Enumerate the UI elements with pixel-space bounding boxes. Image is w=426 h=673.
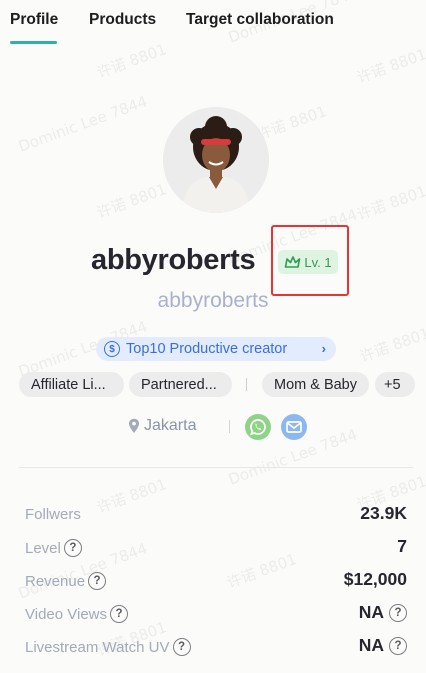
location-label: Jakarta [144, 417, 197, 434]
whatsapp-icon[interactable] [245, 414, 271, 440]
avatar-image [163, 107, 269, 213]
active-tab-indicator [10, 41, 57, 44]
stat-label: Livestream Watch UV? [25, 638, 191, 656]
tab-target-collaboration[interactable]: Target collaboration [186, 11, 334, 29]
stat-value-text: NA [358, 635, 384, 655]
watermark: 许诺 8801 [354, 45, 426, 87]
tag-chip[interactable]: Partnered... [129, 372, 232, 397]
level-crown-icon [285, 255, 301, 268]
tag-chip[interactable]: Affiliate Li... [19, 372, 124, 397]
avatar [163, 107, 269, 213]
watermark: 许诺 8801 [254, 102, 330, 144]
stat-label-text: Follwers [25, 506, 81, 523]
help-icon[interactable]: ? [110, 605, 129, 623]
tab-profile[interactable]: Profile [10, 11, 58, 29]
stat-row-video-views: Video Views? NA? [0, 601, 426, 627]
stat-value: NA? [359, 602, 407, 623]
section-divider [19, 467, 413, 468]
tab-bar: Profile Products Target collaboration [0, 0, 426, 46]
stat-row-livestream-watch-uv: Livestream Watch UV? NA? [0, 634, 426, 660]
whatsapp-glyph [250, 419, 266, 436]
help-icon[interactable]: ? [389, 603, 407, 622]
productive-creator-label: Top10 Productive creator [126, 341, 288, 357]
help-icon[interactable]: ? [88, 572, 107, 590]
stat-value: 23.9K [360, 503, 407, 524]
user-handle: abbyroberts [157, 289, 269, 312]
help-icon[interactable]: ? [389, 636, 407, 655]
stat-value-text: $12,000 [343, 569, 407, 589]
stat-label-text: Livestream Watch UV [25, 638, 170, 656]
help-icon[interactable]: ? [63, 539, 82, 557]
stat-value: NA? [359, 635, 407, 656]
watermark: 许诺 8801 [354, 182, 426, 224]
envelope-glyph [286, 421, 302, 433]
help-icon[interactable]: ? [172, 638, 191, 656]
location-pin-icon [129, 418, 139, 433]
username: abbyroberts [91, 244, 256, 276]
stat-label: Revenue? [25, 572, 107, 590]
location-separator [229, 420, 230, 433]
stat-label-text: Revenue [25, 572, 86, 590]
stat-label-text: Level [25, 539, 61, 557]
stat-value: 7 [397, 536, 407, 557]
watermark: Dominic Lee 7844 [16, 92, 150, 156]
stat-value-text: 7 [397, 536, 407, 556]
mail-icon[interactable] [281, 414, 307, 440]
stat-row-revenue: Revenue? $12,000 [0, 568, 426, 594]
stat-label: Level? [25, 539, 82, 557]
level-badge[interactable]: Lv. 1 [278, 250, 338, 274]
stat-row-followers: Follwers 23.9K [0, 502, 426, 528]
stat-label: Video Views? [25, 605, 129, 623]
stat-value-text: NA [358, 602, 384, 622]
watermark: 许诺 8801 [357, 324, 426, 366]
more-tags-chip[interactable]: +5 [375, 372, 415, 397]
productive-creator-badge[interactable]: $ Top10 Productive creator › [96, 337, 336, 361]
level-label: Lv. 1 [304, 254, 332, 270]
stat-label-text: Video Views [25, 605, 108, 623]
tab-products[interactable]: Products [89, 11, 156, 29]
dollar-circle-icon: $ [104, 341, 120, 357]
stat-value-text: 23.9K [360, 503, 407, 523]
watermark: 许诺 8801 [94, 180, 170, 222]
tag-chip[interactable]: Mom & Baby [262, 372, 369, 397]
stat-label: Follwers [25, 506, 81, 523]
chevron-right-icon: › [321, 341, 326, 356]
chip-separator [246, 378, 247, 391]
stat-value: $12,000 [344, 569, 407, 590]
location: Jakarta [128, 417, 196, 435]
stat-row-level: Level? 7 [0, 535, 426, 561]
